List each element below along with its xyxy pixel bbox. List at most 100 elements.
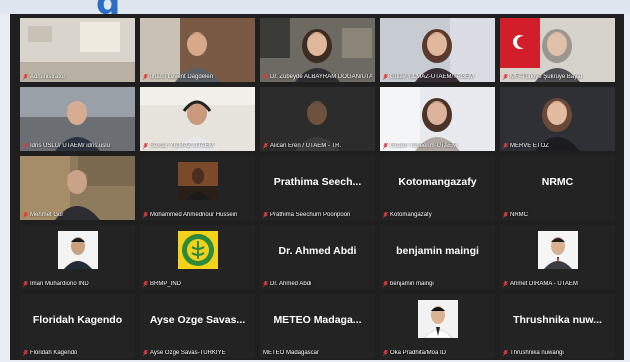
muted-mic-icon <box>143 281 148 287</box>
participant-video <box>20 87 135 151</box>
muted-mic-icon <box>503 350 508 356</box>
participant-tile[interactable]: Dr. Ahmed Abdi Dr. Ahmed Abdi <box>260 225 375 289</box>
participant-name-label: MFATürkiye Şükrüye Bayat <box>503 74 612 80</box>
participant-avatar <box>417 300 458 338</box>
participant-name: Gözen Yüceerim-UTAEM <box>390 143 458 149</box>
participant-display-name: Ayse Ozge Savas... <box>149 314 246 326</box>
participant-display-name: Thrushnika nuw... <box>513 314 602 326</box>
participant-video <box>260 18 375 82</box>
participant-video <box>500 18 615 82</box>
participant-tile[interactable]: BRMP_IND <box>140 225 255 289</box>
participant-tile[interactable]: Serdar YILMAZ-UTAEM <box>140 87 255 151</box>
participant-avatar <box>537 231 578 269</box>
muted-mic-icon <box>503 212 508 218</box>
participant-tile[interactable]: Mehmet Gür <box>20 156 135 220</box>
muted-mic-icon <box>383 212 388 218</box>
participant-name-label: Dr. Ahmed Abdi <box>263 281 372 287</box>
participant-tile[interactable]: Ayse Ozge Savas... Ayse Ozge Savas-TURKIY… <box>140 294 255 358</box>
participant-tile[interactable]: Kotomangazafy Kotomangazafy <box>380 156 495 220</box>
participant-name: Kotomangazafy <box>390 212 432 218</box>
participant-name: BRMP_IND <box>150 281 182 287</box>
muted-mic-icon <box>503 281 508 287</box>
participant-avatar <box>177 162 218 200</box>
participant-name: Floridah Kagendo <box>30 350 78 356</box>
participant-name-label: İlhami Levent Dagdelen <box>143 74 252 80</box>
participant-name: NRMC <box>510 212 528 218</box>
participant-name-label: Oka Pradhita/Moa ID <box>383 350 492 356</box>
participant-tile[interactable]: Mohammed Ahmednour Hussein <box>140 156 255 220</box>
participant-display-name: Dr. Ahmed Abdi <box>278 245 357 257</box>
participant-name-label: Serdar YILMAZ-UTAEM <box>143 143 252 149</box>
participant-name-label: Mehmet Gür <box>23 212 132 218</box>
participant-name: Ahmet DIRAMA - UTAEM <box>510 281 578 287</box>
muted-mic-icon <box>383 350 388 356</box>
muted-mic-icon <box>23 74 28 80</box>
muted-mic-icon <box>263 74 268 80</box>
participant-tile[interactable]: Gülay YILMAZ-UTAEM/TAGEM <box>380 18 495 82</box>
participant-tile[interactable]: NRMC NRMC <box>500 156 615 220</box>
title-strip: g <box>0 0 630 20</box>
participant-tile[interactable]: Gözen Yüceerim-UTAEM <box>380 87 495 151</box>
participant-display-name: NRMC <box>541 176 574 188</box>
participant-name-label: METEO Madagascar <box>263 350 372 356</box>
participant-tile[interactable]: Ahmet DIRAMA - UTAEM <box>500 225 615 289</box>
muted-mic-icon <box>503 74 508 80</box>
participant-display-name: benjamin maingi <box>396 245 479 257</box>
participant-video <box>140 18 255 82</box>
participant-video <box>140 87 255 151</box>
muted-mic-icon <box>503 143 508 149</box>
participant-tile[interactable]: İlhami Levent Dagdelen <box>140 18 255 82</box>
participant-tile[interactable]: benjamin maingi benjamin maingi <box>380 225 495 289</box>
participant-tile[interactable]: Iman Muhardiono IND <box>20 225 135 289</box>
participant-name: İlhami Levent Dagdelen <box>150 74 214 80</box>
participant-name: Prathima Seechurn Poonpoon <box>270 212 351 218</box>
participant-name-label: benjamin maingi <box>383 281 492 287</box>
muted-mic-icon <box>23 350 28 356</box>
participant-name-label: Ahmet DIRAMA - UTAEM <box>503 281 612 287</box>
muted-mic-icon <box>263 212 268 218</box>
participant-tile[interactable]: Alican Eren / UTAEM - TR. <box>260 87 375 151</box>
participant-name-label: Alican Eren / UTAEM - TR. <box>263 143 372 149</box>
participant-tile[interactable]: Oka Pradhita/Moa ID <box>380 294 495 358</box>
participant-name: MERVE ETÖZ <box>510 143 549 149</box>
participant-name-label: Gülay YILMAZ-UTAEM/TAGEM <box>383 74 492 80</box>
participant-tile[interactable]: Dr. Zübeyde ALBAYRAM DOĞAN/UTAE... <box>260 18 375 82</box>
participant-tile[interactable]: Floridah Kagendo Floridah Kagendo <box>20 294 135 358</box>
participant-tile[interactable]: İdris USLU/ UTAEM/ idris.uslu <box>20 87 135 151</box>
participant-name: Oka Pradhita/Moa ID <box>390 350 447 356</box>
participant-name: benjamin maingi <box>390 281 434 287</box>
participant-tile[interactable]: MFATürkiye Şükrüye Bayat <box>500 18 615 82</box>
participant-name: Thrushnika nuwangi <box>510 350 564 356</box>
participant-name: MFATürkiye Şükrüye Bayat <box>510 74 583 80</box>
participant-tile[interactable]: METEO Madaga... METEO Madagascar <box>260 294 375 358</box>
muted-mic-icon <box>23 143 28 149</box>
muted-mic-icon <box>263 143 268 149</box>
participant-name-label: İdris USLU/ UTAEM/ idris.uslu <box>23 143 132 149</box>
participant-name: METEO Madagascar <box>263 350 320 356</box>
participant-tile[interactable]: Prathima Seech... Prathima Seechurn Poonp… <box>260 156 375 220</box>
participant-name: Dr. Zübeyde ALBAYRAM DOĞAN/UTAE... <box>270 74 372 80</box>
participant-name-label: Iman Muhardiono IND <box>23 281 132 287</box>
participant-name: Serdar YILMAZ-UTAEM <box>150 143 214 149</box>
muted-mic-icon <box>263 281 268 287</box>
participant-tile[interactable]: MERVE ETÖZ <box>500 87 615 151</box>
muted-mic-icon <box>383 74 388 80</box>
participant-name-label: NRMC <box>503 212 612 218</box>
participant-display-name: METEO Madaga... <box>273 314 362 326</box>
participant-tile[interactable]: Thrushnika nuw... Thrushnika nuwangi <box>500 294 615 358</box>
participant-display-name: Prathima Seech... <box>273 176 362 188</box>
muted-mic-icon <box>383 143 388 149</box>
participant-video <box>20 156 135 220</box>
participant-video <box>20 18 135 82</box>
participant-avatar <box>177 231 218 269</box>
participant-tile[interactable]: Administrator <box>20 18 135 82</box>
participant-name: Mehmet Gür <box>30 212 64 218</box>
participant-name-label: Dr. Zübeyde ALBAYRAM DOĞAN/UTAE... <box>263 74 372 80</box>
participant-grid: Administrator İlhami Levent Dagdelen Dr.… <box>20 18 615 358</box>
participant-name: Administrator <box>30 74 66 80</box>
participant-video <box>260 87 375 151</box>
participant-name-label: Floridah Kagendo <box>23 350 132 356</box>
participant-display-name: Floridah Kagendo <box>32 314 123 326</box>
muted-mic-icon <box>143 143 148 149</box>
participant-video <box>500 87 615 151</box>
